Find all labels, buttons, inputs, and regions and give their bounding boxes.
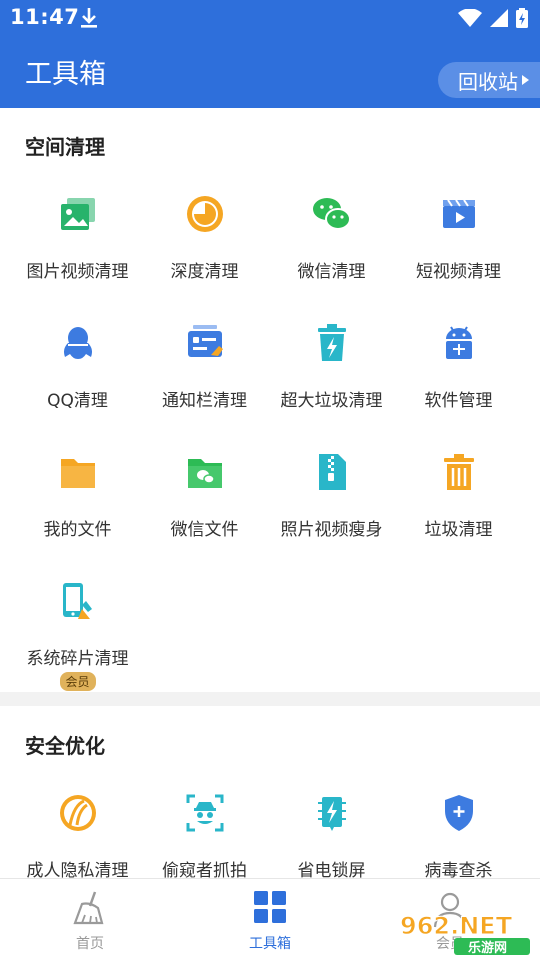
zip-file-icon	[318, 454, 346, 490]
phone-broom-icon	[62, 583, 92, 619]
pie-chart-icon	[186, 196, 223, 232]
tool-label: 短视频清理	[416, 262, 501, 282]
shield-icon	[444, 795, 473, 831]
trash-icon	[443, 454, 474, 490]
tool-image-video-clean[interactable]: 图片视频清理	[10, 192, 145, 312]
tool-label: 微信文件	[170, 520, 239, 540]
notification-bar-icon	[187, 325, 223, 357]
nav-toolbox[interactable]: 工具箱	[180, 879, 360, 961]
tool-label: 超大垃圾清理	[280, 391, 383, 411]
tool-photo-video-slim[interactable]: 照片视频瘦身	[264, 450, 399, 570]
chevron-right-icon	[522, 75, 529, 85]
grid-icon	[254, 891, 286, 923]
privacy-icon	[59, 795, 96, 831]
tool-deep-clean[interactable]: 深度清理	[137, 192, 272, 312]
big-trash-icon	[317, 324, 346, 361]
tool-short-video-clean[interactable]: 短视频清理	[391, 192, 526, 312]
tool-my-files[interactable]: 我的文件	[10, 450, 145, 570]
image-icon	[60, 198, 95, 230]
tool-label: 我的文件	[43, 520, 112, 540]
tool-junk-clean[interactable]: 垃圾清理	[391, 450, 526, 570]
tool-label: QQ清理	[47, 391, 108, 411]
qq-icon	[63, 327, 92, 359]
tool-label: 照片视频瘦身	[280, 520, 383, 540]
battery-status-icon	[516, 8, 528, 32]
vip-badge: 会员	[59, 672, 96, 691]
tool-qq-clean[interactable]: QQ清理	[10, 321, 145, 441]
tool-label: 系统碎片清理	[26, 649, 129, 669]
tool-label: 图片视频清理	[26, 262, 129, 282]
tool-label: 深度清理	[170, 262, 239, 282]
nav-label: 首页	[76, 936, 104, 952]
signal-icon	[490, 9, 508, 31]
status-time: 11:47	[10, 5, 80, 29]
app-bar: 工具箱 回收站	[0, 36, 540, 108]
wifi-icon	[458, 8, 482, 31]
tool-big-junk-clean[interactable]: 超大垃圾清理	[264, 321, 399, 441]
nav-label: 工具箱	[249, 936, 291, 952]
tool-notification-clean[interactable]: 通知栏清理	[137, 321, 272, 441]
section-title-space-clean: 空间清理	[25, 135, 105, 159]
broom-icon	[73, 891, 104, 925]
nav-home[interactable]: 首页	[0, 879, 180, 961]
tool-wechat-files[interactable]: 微信文件	[137, 450, 272, 570]
android-icon	[445, 326, 472, 359]
download-icon	[80, 7, 98, 33]
spy-icon	[186, 794, 223, 832]
status-bar: 11:47	[0, 0, 540, 36]
recycle-bin-label: 回收站	[458, 69, 518, 94]
tool-label: 垃圾清理	[424, 520, 493, 540]
battery-icon	[317, 797, 346, 831]
watermark-sub: 乐游网	[468, 940, 507, 956]
tool-wechat-clean[interactable]: 微信清理	[264, 192, 399, 312]
wechat-icon	[312, 198, 351, 230]
section-title-security: 安全优化	[25, 734, 105, 758]
recycle-bin-button[interactable]: 回收站	[438, 62, 540, 98]
clapperboard-icon	[442, 199, 475, 228]
tool-label: 软件管理	[424, 391, 493, 411]
watermark-logo: 962.NET 乐游网	[400, 912, 530, 956]
tool-label: 微信清理	[297, 262, 366, 282]
tool-app-manager[interactable]: 软件管理	[391, 321, 526, 441]
folder-icon	[60, 459, 95, 488]
tool-label: 通知栏清理	[162, 391, 247, 411]
tool-system-fragment-clean[interactable]: 系统碎片清理 会员	[10, 579, 145, 699]
wechat-folder-icon	[187, 459, 222, 488]
watermark-text: 962.NET	[400, 912, 513, 940]
page-title: 工具箱	[25, 59, 106, 90]
section-divider	[0, 692, 540, 706]
